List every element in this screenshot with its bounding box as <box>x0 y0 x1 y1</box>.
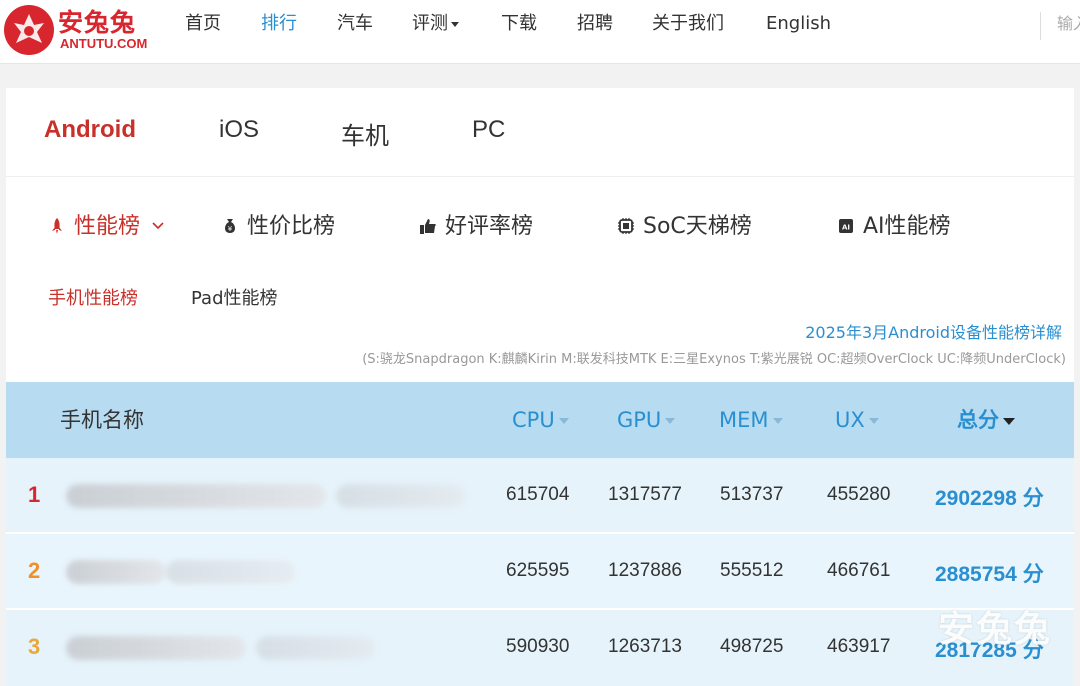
blurred-device-chip <box>166 560 296 584</box>
blurred-device-chip <box>256 636 376 660</box>
total-score: 2902298 分 <box>935 482 1044 512</box>
tab-android[interactable]: Android <box>44 116 136 144</box>
tab-ai-rank-label: AI性能榜 <box>863 214 951 239</box>
blurred-device-name <box>66 636 246 660</box>
tab-soc-ladder-label: SoC天梯榜 <box>643 214 752 239</box>
header-phone-name: 手机名称 <box>60 408 144 432</box>
tab-value-rank-label: 性价比榜 <box>247 214 336 239</box>
cpu-score: 590930 <box>506 636 570 657</box>
soc-abbreviation-legend: (S:骁龙Snapdragon K:麒麟Kirin M:联发科技MTK E:三星… <box>362 352 1066 367</box>
table-row[interactable]: 2 625595 1237886 555512 466761 2885754 分 <box>6 534 1074 610</box>
cpu-score: 615704 <box>506 484 570 505</box>
score-unit: 分 <box>1022 562 1044 586</box>
mem-score: 555512 <box>720 560 784 581</box>
tab-pc[interactable]: PC <box>472 116 505 144</box>
rank-number: 3 <box>28 634 41 659</box>
header-gpu-label: GPU <box>617 408 662 432</box>
rank-number: 1 <box>28 482 41 507</box>
sort-down-icon <box>868 418 879 424</box>
header-mem[interactable]: MEM <box>719 406 783 434</box>
logo-text-cn: 安兔兔 <box>58 8 137 37</box>
header-total-score[interactable]: 总分 <box>957 406 1015 434</box>
logo-text-en: ANTUTU.COM <box>60 36 148 51</box>
header-mem-label: MEM <box>719 408 769 432</box>
score-unit: 分 <box>1022 486 1044 510</box>
ux-score: 455280 <box>827 484 891 505</box>
chip-icon <box>618 218 634 234</box>
table-row[interactable]: 3 590930 1263713 498725 463917 2817285 分 <box>6 610 1074 686</box>
header-ux[interactable]: UX <box>835 406 879 434</box>
svg-text:AI: AI <box>842 224 850 232</box>
header-cpu[interactable]: CPU <box>512 406 569 434</box>
watermark-logo: 安兔兔 <box>938 609 1053 650</box>
divider <box>6 176 1074 177</box>
top-navigation-bar: 安兔兔 ANTUTU.COM 首页 排行 汽车 评测 下载 招聘 关于我们 En… <box>0 0 1080 64</box>
total-score: 2885754 分 <box>935 558 1044 588</box>
tab-performance-rank-label: 性能榜 <box>74 214 141 239</box>
nav-review-label: 评测 <box>412 13 448 34</box>
total-score-value: 2902298 <box>935 487 1017 510</box>
thumbs-up-icon <box>420 219 436 234</box>
rocket-icon <box>52 218 62 234</box>
rank-number: 2 <box>28 558 41 583</box>
blurred-device-name <box>66 484 326 508</box>
ux-score: 466761 <box>827 560 891 581</box>
ranking-filter-card: Android iOS 车机 PC 性能榜 ¥ 性价比榜 好评率榜 SoC天梯榜 <box>6 88 1074 388</box>
svg-text:¥: ¥ <box>228 225 233 233</box>
nav-car[interactable]: 汽车 <box>337 12 373 36</box>
header-gpu[interactable]: GPU <box>617 406 676 434</box>
money-bag-icon: ¥ <box>225 219 235 233</box>
sort-down-icon <box>1003 417 1015 425</box>
chevron-down-icon <box>451 21 459 27</box>
header-total-label: 总分 <box>957 408 999 432</box>
tab-soc-ladder[interactable]: SoC天梯榜 <box>617 212 752 242</box>
tab-car-system[interactable]: 车机 <box>341 116 389 151</box>
nav-home[interactable]: 首页 <box>185 12 221 36</box>
sort-down-icon <box>665 418 676 424</box>
cpu-score: 625595 <box>506 560 570 581</box>
header-cpu-label: CPU <box>512 408 555 432</box>
gpu-score: 1317577 <box>608 484 682 505</box>
blurred-device-chip <box>336 484 466 508</box>
search-input[interactable]: 输入 <box>1040 12 1080 40</box>
tab-rating-rank-label: 好评率榜 <box>445 214 534 239</box>
gpu-score: 1237886 <box>608 560 682 581</box>
nav-about[interactable]: 关于我们 <box>652 12 724 36</box>
monthly-report-link[interactable]: 2025年3月Android设备性能榜详解 <box>805 319 1062 343</box>
tab-ai-rank[interactable]: AI AI性能榜 <box>837 212 951 242</box>
mem-score: 498725 <box>720 636 784 657</box>
ai-chip-icon: AI <box>839 219 853 233</box>
tab-ios[interactable]: iOS <box>219 116 259 144</box>
ux-score: 463917 <box>827 636 891 657</box>
nav-review[interactable]: 评测 <box>412 12 459 36</box>
chevron-down-icon <box>152 222 164 230</box>
table-row[interactable]: 1 615704 1317577 513737 455280 2902298 分 <box>6 458 1074 534</box>
ranking-table-header: 手机名称 CPU GPU MEM UX 总分 <box>6 382 1074 458</box>
blurred-device-name <box>66 560 166 584</box>
total-score-value: 2885754 <box>935 563 1017 586</box>
tab-performance-rank[interactable]: 性能榜 <box>48 212 165 242</box>
mem-score: 513737 <box>720 484 784 505</box>
header-ux-label: UX <box>835 408 865 432</box>
antutu-logo-icon <box>4 5 54 55</box>
nav-english[interactable]: English <box>766 12 831 36</box>
subtab-pad-performance[interactable]: Pad性能榜 <box>191 284 278 310</box>
subtab-phone-performance[interactable]: 手机性能榜 <box>48 284 138 310</box>
sort-down-icon <box>558 418 569 424</box>
antutu-logo[interactable]: 安兔兔 ANTUTU.COM <box>4 3 154 59</box>
nav-jobs[interactable]: 招聘 <box>577 12 613 36</box>
nav-ranking[interactable]: 排行 <box>261 12 297 36</box>
tab-value-rank[interactable]: ¥ 性价比榜 <box>221 212 335 242</box>
sort-down-icon <box>772 418 783 424</box>
tab-rating-rank[interactable]: 好评率榜 <box>419 212 533 242</box>
nav-download[interactable]: 下载 <box>501 12 537 36</box>
gpu-score: 1263713 <box>608 636 682 657</box>
